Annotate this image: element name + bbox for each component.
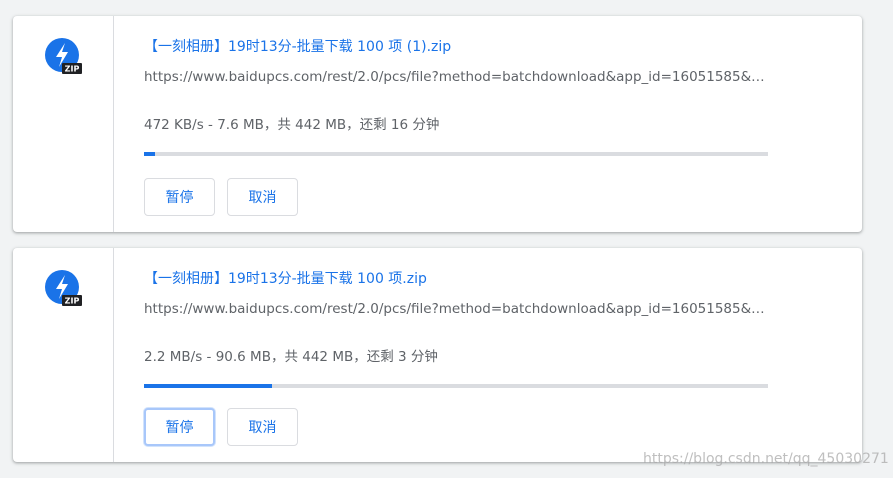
zip-icon-label: ZIP	[65, 65, 80, 74]
pause-button[interactable]: 暂停	[144, 408, 215, 446]
progress-bar	[144, 384, 768, 388]
download-status: 2.2 MB/s - 90.6 MB，共 442 MB，还剩 3 分钟	[144, 349, 438, 365]
download-status: 472 KB/s - 7.6 MB，共 442 MB，还剩 16 分钟	[144, 117, 440, 133]
file-name-link[interactable]: 【一刻相册】19时13分-批量下载 100 项.zip	[144, 268, 427, 288]
download-item: ZIP 【一刻相册】19时13分-批量下载 100 项 (1).zip http…	[13, 16, 862, 232]
progress-bar	[144, 152, 768, 156]
cancel-button[interactable]: 取消	[227, 178, 298, 216]
download-item: ZIP 【一刻相册】19时13分-批量下载 100 项.zip https://…	[13, 248, 862, 462]
zip-icon-label: ZIP	[65, 297, 80, 306]
zip-file-icon: ZIP	[45, 38, 82, 74]
cancel-button[interactable]: 取消	[227, 408, 298, 446]
icon-column: ZIP	[13, 16, 114, 232]
pause-button[interactable]: 暂停	[144, 178, 215, 216]
file-name-link[interactable]: 【一刻相册】19时13分-批量下载 100 项 (1).zip	[144, 36, 451, 56]
progress-fill	[144, 152, 155, 156]
zip-file-icon: ZIP	[45, 270, 82, 306]
download-url: https://www.baidupcs.com/rest/2.0/pcs/fi…	[144, 301, 765, 317]
icon-column: ZIP	[13, 248, 114, 462]
progress-fill	[144, 384, 272, 388]
download-url: https://www.baidupcs.com/rest/2.0/pcs/fi…	[144, 69, 765, 85]
